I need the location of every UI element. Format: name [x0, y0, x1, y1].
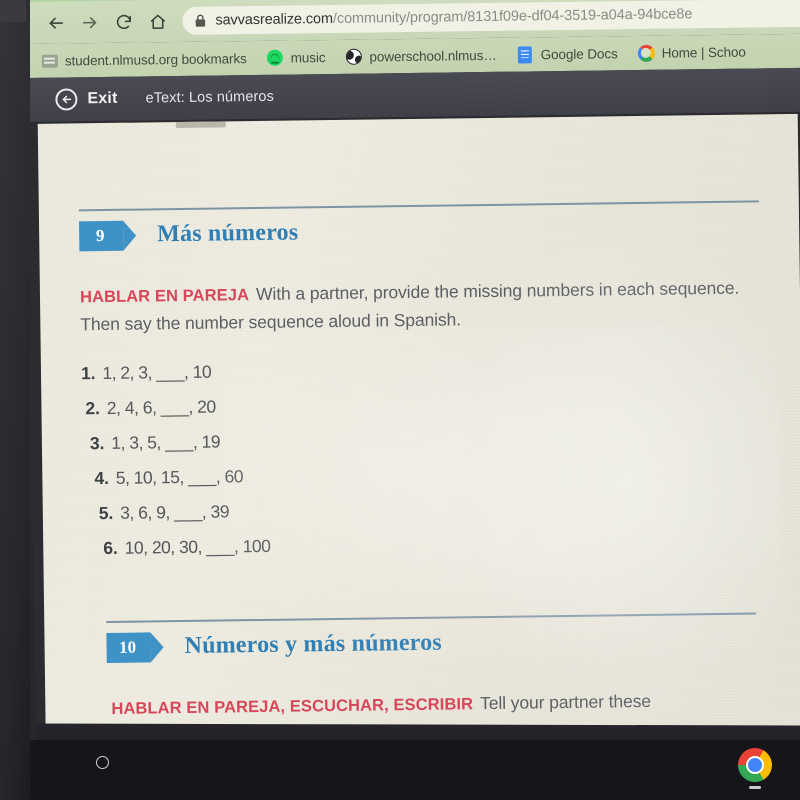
bookmark-label: Google Docs — [540, 45, 618, 62]
section-divider — [78, 200, 759, 211]
list-item-text: 10, 20, 30, ___, 100 — [124, 535, 271, 558]
chromeos-shelf — [0, 740, 800, 800]
section-divider — [106, 612, 757, 623]
list-item[interactable]: 1. 1, 2, 3, ___, 10 — [81, 358, 501, 384]
globe-icon — [345, 48, 363, 65]
directive-paragraph: HABLAR EN PAREJA, ESCUCHAR, ESCRIBIR Tell… — [111, 686, 800, 723]
home-button[interactable] — [140, 4, 174, 38]
arrow-right-icon — [82, 16, 96, 28]
exit-button[interactable]: Exit — [55, 88, 118, 111]
bookmark-label: powerschool.nlmus… — [369, 47, 497, 65]
lock-icon — [195, 14, 206, 27]
clipped-page-element — [175, 121, 226, 129]
back-button[interactable] — [38, 5, 72, 39]
list-item-number: 1. — [80, 363, 96, 384]
address-bar[interactable]: savvasrealize.com/community/program/8131… — [182, 0, 800, 35]
list-item-text: 1, 2, 3, ___, 10 — [102, 361, 212, 384]
url-text: savvasrealize.com/community/program/8131… — [215, 6, 692, 28]
list-item-number: 3. — [89, 433, 105, 454]
list-item-number: 5. — [98, 502, 114, 524]
chrome-active-indicator — [749, 786, 761, 789]
left-bezel — [0, 0, 30, 800]
bookmark-label: student.nlmusd.org bookmarks — [64, 50, 247, 68]
photo-of-laptop-screen: savvasrealize.com/community/program/8131… — [0, 0, 800, 800]
section-heading: 9 Más números — [78, 212, 759, 251]
list-item-number: 2. — [85, 398, 100, 419]
directive-label: HABLAR EN PAREJA, ESCUCHAR, ESCRIBIR — [111, 695, 474, 718]
reload-icon — [116, 14, 131, 29]
spotify-icon — [267, 49, 284, 66]
laptop-screen: savvasrealize.com/community/program/8131… — [26, 0, 800, 782]
textbook-page: 9 Más números HABLAR EN PAREJA With a par… — [37, 113, 800, 769]
list-item[interactable]: 6. 10, 20, 30, ___, 100 — [103, 533, 503, 559]
section-title: Números y más números — [184, 629, 443, 659]
etext-title: eText: Los números — [145, 88, 274, 107]
section-10-directive: HABLAR EN PAREJA, ESCUCHAR, ESCRIBIR Tell… — [111, 686, 800, 723]
list-item-text: 5, 10, 15, ___, 60 — [115, 466, 244, 488]
list-item[interactable]: 5. 3, 6, 9, ___, 39 — [99, 498, 503, 524]
section-number-tag: 10 — [106, 631, 151, 663]
folder-icon — [41, 52, 58, 69]
url-path: /community/program/8131f09e-df04-3519-a0… — [332, 6, 693, 27]
launcher-circle-icon[interactable] — [96, 756, 109, 769]
home-icon — [150, 14, 165, 29]
url-domain: savvasrealize.com — [215, 10, 334, 29]
corner-bezel — [0, 0, 26, 22]
google-docs-icon — [517, 45, 534, 64]
bookmark-google-docs[interactable]: Google Docs — [517, 45, 618, 64]
bookmark-music[interactable]: music — [267, 49, 326, 67]
list-item[interactable]: 3. 1, 3, 5, ___, 19 — [90, 428, 502, 454]
section-number: 10 — [118, 637, 137, 657]
section-heading: 10 Números y más números — [106, 624, 756, 663]
section-number: 9 — [95, 225, 105, 245]
section-title: Más números — [157, 219, 299, 248]
reload-button[interactable] — [106, 5, 140, 39]
arrow-left-icon — [49, 17, 63, 29]
exercise-list: 1. 1, 2, 3, ___, 10 2. 2, 4, 6, ___, 20 … — [81, 358, 504, 573]
google-icon — [637, 44, 655, 62]
back-arrow-circle-icon — [55, 88, 78, 111]
section-9-directive: HABLAR EN PAREJA With a partner, provide … — [80, 274, 761, 338]
list-item-number: 4. — [94, 467, 109, 489]
directive-label: HABLAR EN PAREJA — [79, 286, 250, 307]
bookmark-label: music — [290, 49, 326, 66]
chrome-icon[interactable] — [738, 748, 772, 782]
directive-paragraph: HABLAR EN PAREJA With a partner, provide … — [80, 274, 771, 338]
bookmark-powerschool[interactable]: powerschool.nlmus… — [345, 46, 497, 65]
section-9: 9 Más números — [78, 200, 759, 251]
list-item[interactable]: 4. 5, 10, 15, ___, 60 — [94, 463, 502, 489]
bookmark-home-school[interactable]: Home | Schoo — [637, 43, 746, 62]
list-item-text: 3, 6, 9, ___, 39 — [120, 501, 230, 523]
bookmark-student-nlmusd[interactable]: student.nlmusd.org bookmarks — [41, 50, 247, 70]
exit-label: Exit — [87, 89, 118, 108]
directive-text: Tell your partner these — [479, 690, 652, 714]
bookmark-label: Home | Schoo — [661, 44, 746, 61]
forward-button[interactable] — [72, 5, 106, 39]
section-number-tag: 9 — [78, 220, 124, 251]
list-item-number: 6. — [103, 537, 118, 559]
list-item[interactable]: 2. 2, 4, 6, ___, 20 — [85, 393, 501, 419]
etext-viewer[interactable]: 9 Más números HABLAR EN PAREJA With a par… — [27, 111, 800, 782]
list-item-text: 1, 3, 5, ___, 19 — [111, 431, 221, 453]
section-10: 10 Números y más números — [106, 612, 757, 663]
list-item-text: 2, 4, 6, ___, 20 — [106, 396, 216, 418]
